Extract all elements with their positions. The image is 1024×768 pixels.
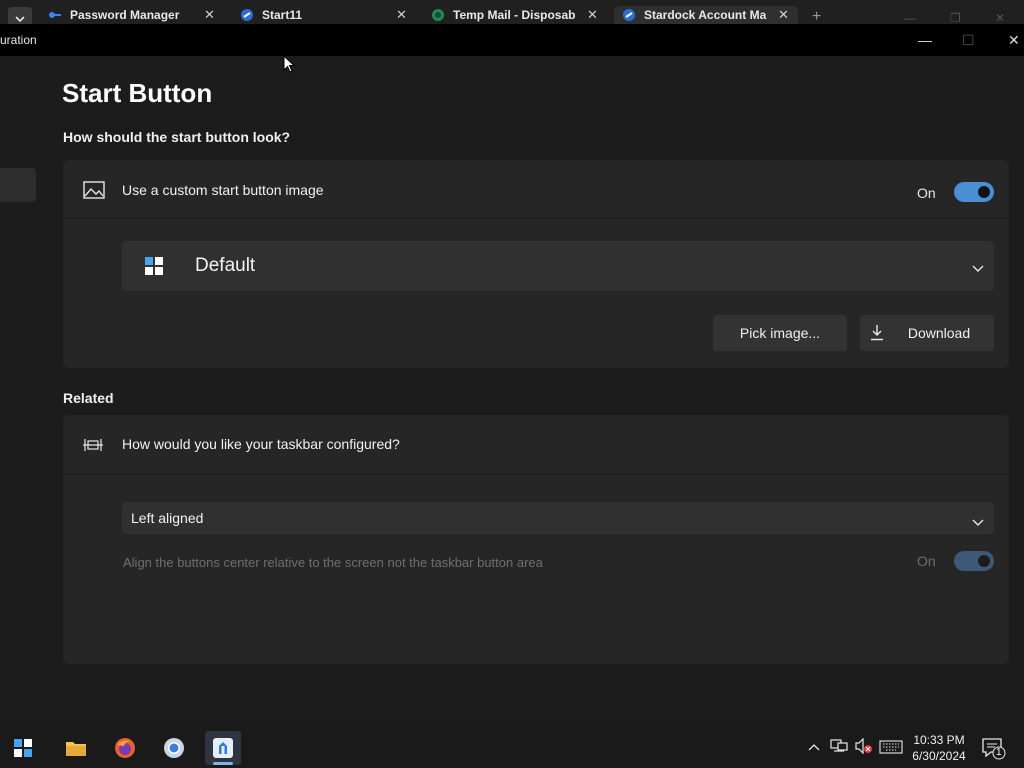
taskbar-config-card: How would you like your taskbar configur…	[63, 415, 1009, 664]
close-tab-icon[interactable]: ✕	[396, 7, 407, 23]
close-tab-icon[interactable]: ✕	[204, 7, 215, 23]
related-section-heading: Related	[63, 390, 114, 406]
clock-time: 10:33 PM	[913, 733, 965, 747]
chrome-button[interactable]	[156, 731, 192, 765]
browser-close-button[interactable]: ✕	[995, 11, 1005, 25]
system-clock[interactable]: 10:33 PM 6/30/2024	[908, 732, 970, 764]
start-style-select[interactable]: Default	[122, 241, 994, 291]
taskbar-alignment-select[interactable]: Left aligned	[122, 502, 994, 534]
taskbar-config-label: How would you like your taskbar configur…	[122, 436, 400, 452]
tab-label: Start11	[262, 8, 303, 22]
look-section-heading: How should the start button look?	[63, 129, 291, 145]
align-center-toggle[interactable]	[954, 551, 994, 571]
tab-start11[interactable]: Start11 ✕	[240, 6, 420, 24]
tab-label: Temp Mail - Disposab	[453, 8, 576, 22]
temp-mail-icon	[431, 8, 445, 22]
close-tab-icon[interactable]: ✕	[587, 7, 598, 23]
browser-maximize-button[interactable]: ❐	[950, 11, 961, 25]
start-button-card: Use a custom start button image On Defau…	[63, 160, 1009, 368]
key-icon	[48, 8, 62, 22]
chrome-icon	[164, 738, 184, 758]
app-title-bar: uration — ☐ ✕	[0, 24, 1024, 56]
image-icon	[83, 181, 105, 204]
download-button[interactable]: Download	[860, 315, 994, 351]
browser-minimize-button[interactable]: —	[904, 11, 916, 25]
chevron-down-icon	[972, 260, 984, 278]
windows-taskbar: 10:33 PM 6/30/2024 1	[0, 726, 1024, 768]
minimize-button[interactable]: —	[918, 32, 932, 48]
tab-label: Stardock Account Ma	[644, 8, 767, 22]
tab-temp-mail[interactable]: Temp Mail - Disposab ✕	[431, 6, 611, 24]
windows-logo-icon	[14, 739, 32, 757]
browser-tab-strip: Password Manager ✕ Start11 ✕ Temp Mail -…	[0, 0, 1024, 31]
windows-logo-icon	[144, 256, 164, 281]
window-title: uration	[0, 33, 37, 47]
taskbar-align-icon	[82, 437, 104, 458]
keyboard-icon[interactable]	[879, 740, 903, 759]
divider	[63, 218, 1009, 219]
folder-icon	[66, 742, 86, 756]
custom-image-label: Use a custom start button image	[122, 182, 324, 198]
firefox-button[interactable]	[107, 731, 143, 765]
align-center-state: On	[917, 553, 936, 569]
volume-muted-icon[interactable]	[855, 737, 873, 759]
notification-center-icon[interactable]: 1	[982, 738, 1006, 765]
chevron-down-icon	[15, 16, 25, 23]
chevron-up-icon[interactable]	[808, 738, 820, 756]
network-icon[interactable]	[830, 738, 848, 759]
mouse-cursor-icon	[283, 54, 296, 78]
chevron-down-icon	[972, 514, 984, 532]
start-style-value: Default	[195, 255, 256, 276]
custom-image-state: On	[917, 185, 936, 201]
align-center-label: Align the buttons center relative to the…	[123, 555, 543, 570]
taskbar-alignment-value: Left aligned	[131, 510, 204, 526]
firefox-icon	[115, 738, 135, 758]
page-title: Start Button	[62, 78, 213, 108]
start11-icon	[213, 738, 233, 758]
close-button[interactable]: ✕	[1008, 32, 1020, 49]
download-label: Download	[907, 325, 971, 341]
download-icon	[870, 324, 884, 344]
tab-label: Password Manager	[70, 8, 180, 22]
close-tab-icon[interactable]: ✕	[778, 7, 789, 23]
file-explorer-button[interactable]	[58, 731, 94, 765]
start11-taskbar-button[interactable]	[205, 731, 241, 765]
custom-image-toggle[interactable]	[954, 182, 994, 202]
clock-date: 6/30/2024	[912, 749, 966, 763]
notification-count: 1	[996, 747, 1002, 758]
toggle-knob	[978, 555, 990, 567]
tab-password-manager[interactable]: Password Manager ✕	[48, 6, 228, 24]
maximize-button[interactable]: ☐	[962, 32, 975, 49]
divider	[63, 474, 1009, 475]
stardock-icon	[622, 8, 636, 22]
start-button[interactable]	[5, 731, 41, 765]
tab-stardock-account[interactable]: Stardock Account Ma ✕	[614, 6, 798, 24]
toggle-knob	[978, 186, 990, 198]
stardock-icon	[240, 8, 254, 22]
pick-image-button[interactable]: Pick image...	[713, 315, 847, 351]
sidebar-selected-item[interactable]	[0, 168, 36, 202]
